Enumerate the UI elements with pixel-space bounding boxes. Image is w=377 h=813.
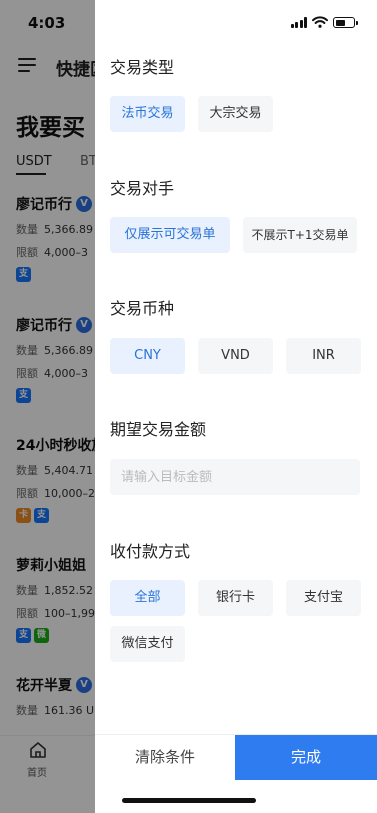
chip-payment-all[interactable]: 全部 <box>110 580 185 616</box>
home-indicator <box>122 798 256 803</box>
drawer-footer: 清除条件 完成 <box>95 734 377 780</box>
chip-alipay[interactable]: 支付宝 <box>286 580 361 616</box>
filter-drawer: 交易类型 法币交易 大宗交易 交易对手 仅展示可交易单 不展示T+1交易单 交易… <box>95 0 377 813</box>
wifi-icon <box>312 16 328 28</box>
chip-inr[interactable]: INR <box>286 338 361 374</box>
trade-type-title: 交易类型 <box>110 58 175 77</box>
currency-title: 交易币种 <box>110 299 175 318</box>
chip-bulk-trade[interactable]: 大宗交易 <box>198 96 273 132</box>
chip-bank-card[interactable]: 银行卡 <box>198 580 273 616</box>
chip-vnd[interactable]: VND <box>198 338 273 374</box>
status-icons <box>290 16 358 28</box>
payment-title: 收付款方式 <box>110 542 191 561</box>
chip-wechat-pay[interactable]: 微信支付 <box>110 626 185 662</box>
chip-fiat-trade[interactable]: 法币交易 <box>110 96 185 132</box>
chip-tradable-only[interactable]: 仅展示可交易单 <box>110 217 230 253</box>
done-button[interactable]: 完成 <box>235 735 377 780</box>
battery-icon <box>333 17 358 28</box>
amount-title: 期望交易金额 <box>110 420 207 439</box>
cellular-signal-icon <box>290 17 307 28</box>
chip-cny[interactable]: CNY <box>110 338 185 374</box>
counterparty-title: 交易对手 <box>110 179 175 198</box>
amount-input[interactable] <box>110 459 360 495</box>
clear-filters-button[interactable]: 清除条件 <box>95 735 235 780</box>
chip-hide-t1[interactable]: 不展示T+1交易单 <box>243 217 357 253</box>
